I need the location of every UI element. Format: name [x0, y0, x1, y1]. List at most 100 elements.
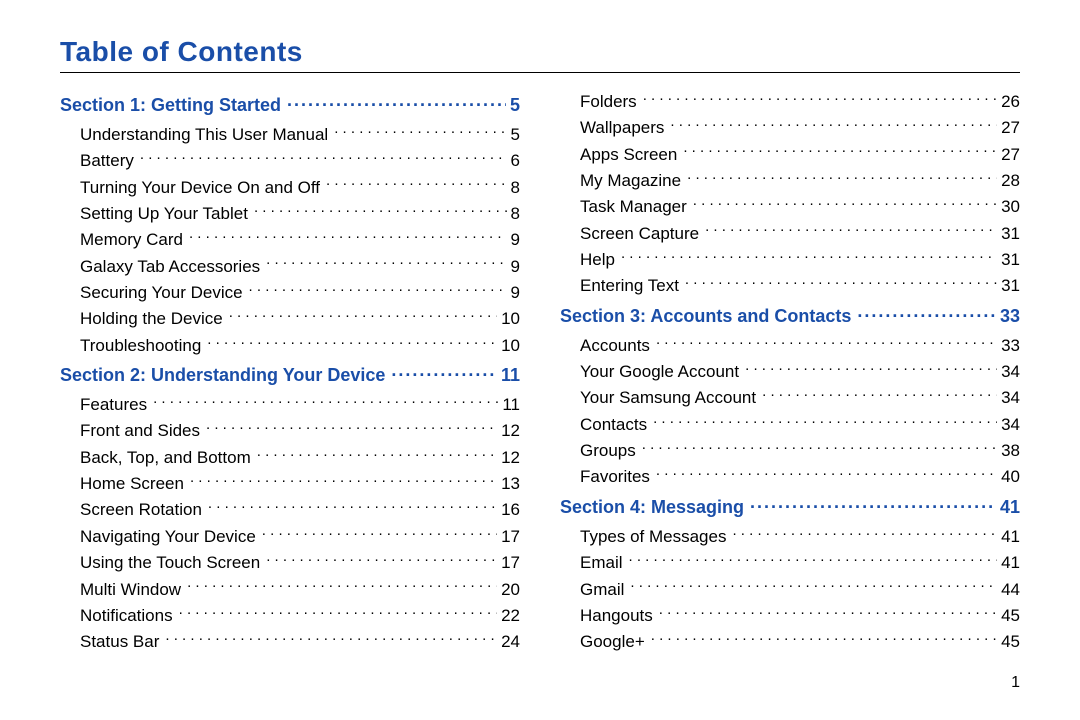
page-number: 1	[1011, 674, 1020, 692]
toc-label: Galaxy Tab Accessories	[80, 254, 260, 280]
toc-entry[interactable]: Contacts34	[560, 412, 1020, 438]
toc-label: Contacts	[580, 412, 647, 438]
toc-leader-dots	[621, 248, 997, 265]
toc-entry[interactable]: Home Screen 13	[60, 471, 520, 497]
toc-label: Types of Messages	[580, 524, 726, 550]
toc-page-number: 45	[1001, 603, 1020, 629]
toc-entry[interactable]: Screen Rotation16	[60, 497, 520, 523]
toc-leader-dots	[683, 143, 997, 160]
toc-leader-dots	[642, 439, 997, 456]
toc-section-heading[interactable]: Section 1: Getting Started5	[60, 93, 520, 116]
toc-section-heading[interactable]: Section 4: Messaging41	[560, 495, 1020, 518]
toc-leader-dots	[656, 465, 997, 482]
toc-entry[interactable]: Folders26	[560, 89, 1020, 115]
toc-label: Holding the Device	[80, 306, 223, 332]
toc-entry[interactable]: Google+45	[560, 629, 1020, 655]
toc-entry[interactable]: Wallpapers27	[560, 115, 1020, 141]
toc-entry[interactable]: Securing Your Device9	[60, 280, 520, 306]
toc-entry[interactable]: Holding the Device10	[60, 306, 520, 332]
toc-page-number: 10	[501, 333, 520, 359]
toc-entry[interactable]: Memory Card9	[60, 227, 520, 253]
toc-label: Status Bar	[80, 629, 159, 655]
toc-label: Troubleshooting	[80, 333, 201, 359]
toc-entry[interactable]: Using the Touch Screen17	[60, 550, 520, 576]
toc-page-number: 40	[1001, 464, 1020, 490]
toc-page-number: 9	[511, 227, 520, 253]
toc-label: Front and Sides	[80, 418, 200, 444]
toc-entry[interactable]: Your Samsung Account34	[560, 385, 1020, 411]
toc-label: Task Manager	[580, 194, 687, 220]
toc-section-heading[interactable]: Section 2: Understanding Your Device11	[60, 363, 520, 386]
toc-entry[interactable]: Favorites40	[560, 464, 1020, 490]
toc-entry[interactable]: Types of Messages41	[560, 524, 1020, 550]
toc-entry[interactable]: Help31	[560, 247, 1020, 273]
toc-page-number: 33	[1001, 333, 1020, 359]
toc-leader-dots	[745, 360, 997, 377]
toc-entry[interactable]: Troubleshooting 10	[60, 333, 520, 359]
toc-page-number: 17	[501, 524, 520, 550]
toc-leader-dots	[165, 630, 497, 647]
toc-entry[interactable]: Understanding This User Manual5	[60, 122, 520, 148]
toc-entry[interactable]: Galaxy Tab Accessories 9	[60, 254, 520, 280]
toc-leader-dots	[651, 630, 997, 647]
toc-page-number: 6	[511, 148, 520, 174]
toc-label: Notifications	[80, 603, 173, 629]
toc-page: Table of Contents Section 1: Getting Sta…	[0, 0, 1080, 720]
toc-entry[interactable]: Notifications22	[60, 603, 520, 629]
toc-entry[interactable]: Multi Window20	[60, 577, 520, 603]
toc-entry[interactable]: Screen Capture31	[560, 221, 1020, 247]
toc-leader-dots	[659, 604, 997, 621]
toc-page-number: 9	[511, 280, 520, 306]
toc-page-number: 9	[511, 254, 520, 280]
toc-label: Entering Text	[580, 273, 679, 299]
toc-entry[interactable]: Battery6	[60, 148, 520, 174]
toc-leader-dots	[670, 116, 997, 133]
toc-leader-dots	[685, 274, 997, 291]
toc-leader-dots	[705, 222, 997, 239]
toc-entry[interactable]: Back, Top, and Bottom12	[60, 445, 520, 471]
toc-entry[interactable]: My Magazine28	[560, 168, 1020, 194]
toc-page-number: 30	[1001, 194, 1020, 220]
toc-section-heading[interactable]: Section 3: Accounts and Contacts33	[560, 304, 1020, 327]
toc-entry[interactable]: Task Manager 30	[560, 194, 1020, 220]
toc-page-number: 16	[501, 497, 520, 523]
toc-leader-dots	[391, 363, 497, 381]
toc-page-number: 27	[1001, 142, 1020, 168]
toc-page-number: 12	[501, 418, 520, 444]
toc-leader-dots	[693, 195, 997, 212]
toc-entry[interactable]: Gmail44	[560, 577, 1020, 603]
toc-entry[interactable]: Turning Your Device On and Off8	[60, 175, 520, 201]
toc-page-number: 45	[1001, 629, 1020, 655]
toc-leader-dots	[653, 413, 997, 430]
toc-entry[interactable]: Accounts33	[560, 333, 1020, 359]
toc-label: Groups	[580, 438, 636, 464]
toc-label: Apps Screen	[580, 142, 677, 168]
toc-entry[interactable]: Apps Screen 27	[560, 142, 1020, 168]
toc-leader-dots	[326, 176, 506, 193]
toc-page-number: 13	[501, 471, 520, 497]
toc-leader-dots	[334, 123, 506, 140]
toc-leader-dots	[656, 334, 997, 351]
toc-page-number: 26	[1001, 89, 1020, 115]
toc-leader-dots	[266, 551, 497, 568]
toc-entry[interactable]: Hangouts 45	[560, 603, 1020, 629]
toc-label: Section 3: Accounts and Contacts	[560, 306, 851, 327]
toc-entry[interactable]: Your Google Account34	[560, 359, 1020, 385]
toc-page-number: 12	[501, 445, 520, 471]
toc-leader-dots	[762, 386, 997, 403]
toc-entry[interactable]: Email41	[560, 550, 1020, 576]
toc-label: Understanding This User Manual	[80, 122, 328, 148]
toc-entry[interactable]: Entering Text31	[560, 273, 1020, 299]
toc-label: Home Screen	[80, 471, 184, 497]
toc-entry[interactable]: Status Bar24	[60, 629, 520, 655]
toc-leader-dots	[140, 149, 507, 166]
toc-entry[interactable]: Setting Up Your Tablet8	[60, 201, 520, 227]
toc-leader-dots	[254, 202, 507, 219]
toc-entry[interactable]: Navigating Your Device17	[60, 524, 520, 550]
toc-entry[interactable]: Groups38	[560, 438, 1020, 464]
toc-page-number: 34	[1001, 385, 1020, 411]
toc-entry[interactable]: Features11	[60, 392, 520, 418]
toc-label: Hangouts	[580, 603, 653, 629]
toc-leader-dots	[179, 604, 497, 621]
toc-entry[interactable]: Front and Sides 12	[60, 418, 520, 444]
